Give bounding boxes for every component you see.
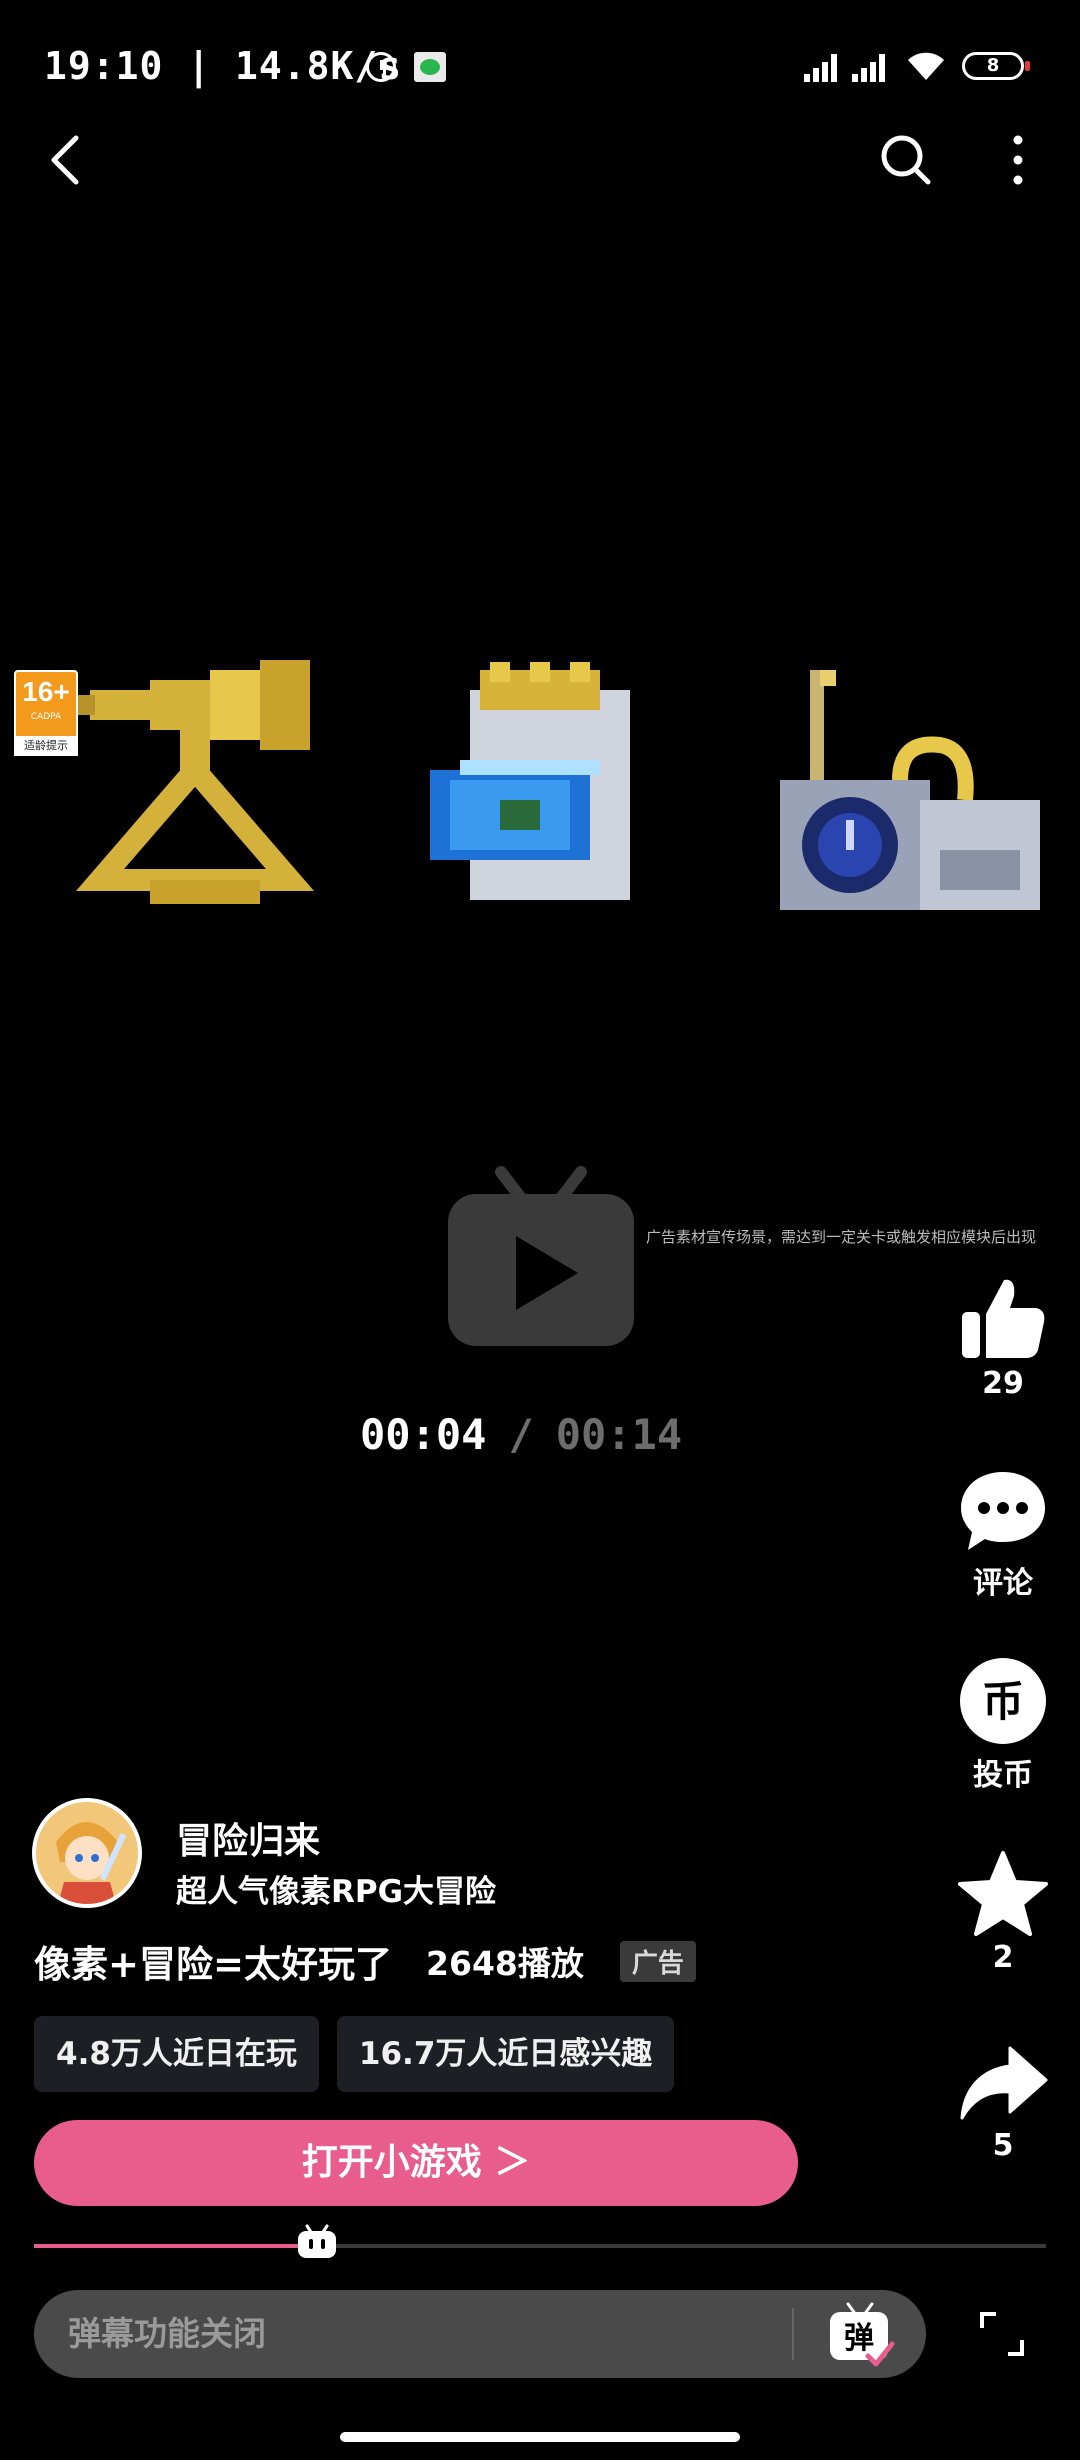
wechat-notification-icon xyxy=(414,52,446,82)
comment-button[interactable]: 评论 xyxy=(950,1468,1056,1602)
progress-fill xyxy=(34,2244,318,2248)
search-icon[interactable] xyxy=(878,132,934,188)
coin-label: 投币 xyxy=(973,1758,1033,1793)
danmaku-divider xyxy=(792,2308,794,2360)
age-rating-tip: 适龄提示 xyxy=(14,736,78,756)
share-icon xyxy=(960,2046,1048,2120)
home-indicator[interactable] xyxy=(340,2432,740,2442)
age-rating-badge: 16+ CADPA 适龄提示 xyxy=(14,670,78,756)
total-time: 00:14 xyxy=(555,1410,683,1459)
author-subtitle: 超人气像素RPG大冒险 xyxy=(176,1874,497,1910)
danmaku-placeholder: 弹幕功能关闭 xyxy=(68,2314,266,2353)
video-title: 像素+冒险=太好玩了 xyxy=(34,1943,393,1986)
current-time: 00:04 xyxy=(360,1410,487,1459)
status-bar: 19:10 | 14.8K/s 8 xyxy=(0,0,1080,140)
coin-button[interactable]: 币 投币 xyxy=(950,1656,1056,1794)
avatar[interactable] xyxy=(32,1798,142,1908)
video-progress-bar[interactable] xyxy=(34,2224,1046,2258)
favorite-button[interactable]: 2 xyxy=(950,1850,1056,1975)
author-name[interactable]: 冒险归来 xyxy=(176,1812,320,1864)
signal-1-icon xyxy=(804,54,840,82)
svg-text:币: 币 xyxy=(982,1677,1024,1726)
ad-badge: 广告 xyxy=(619,1940,696,1982)
pixel-telescope-icon xyxy=(70,660,315,904)
open-mini-game-button[interactable]: 打开小游戏 ＞ xyxy=(34,2120,798,2206)
play-count: 2648播放 xyxy=(426,1944,584,1983)
play-icon[interactable] xyxy=(446,1164,636,1354)
star-icon xyxy=(958,1851,1048,1936)
thumbs-up-icon xyxy=(962,1279,1045,1358)
like-button[interactable]: 29 xyxy=(950,1276,1056,1401)
wifi-icon xyxy=(908,52,944,80)
comment-icon xyxy=(961,1472,1045,1550)
progress-thumb-icon[interactable] xyxy=(295,2224,339,2260)
time-separator: / xyxy=(508,1410,534,1459)
danmaku-input[interactable]: 弹幕功能关闭 弹 xyxy=(34,2290,926,2378)
back-button[interactable] xyxy=(40,128,92,192)
ad-disclaimer: 广告素材宣传场景，需达到一定关卡或触发相应模块后出现 xyxy=(646,1228,1037,1246)
comment-label: 评论 xyxy=(973,1566,1033,1601)
video-title-row: 像素+冒险=太好玩了 2648播放 广告 xyxy=(34,1934,696,1988)
share-count: 5 xyxy=(992,2128,1014,2163)
status-time-and-speed: 19:10 | 14.8K/s xyxy=(44,44,403,88)
coin-icon: 币 xyxy=(960,1658,1046,1744)
age-rating-text: 16+ xyxy=(22,676,70,707)
video-frame[interactable] xyxy=(0,650,1080,950)
playback-time: 00:04 / 00:14 xyxy=(360,1410,682,1459)
stats-chips: 4.8万人近日在玩 16.7万人近日感兴趣 xyxy=(34,2016,675,2092)
playing-now-chip: 4.8万人近日在玩 xyxy=(34,2016,319,2092)
alarm-icon xyxy=(366,52,396,82)
battery-icon: 8 xyxy=(962,52,1030,80)
danmaku-toggle-label: 弹 xyxy=(844,2321,874,2356)
favorite-count: 2 xyxy=(992,1940,1014,1975)
signal-2-icon xyxy=(852,54,888,82)
danmaku-toggle-icon[interactable]: 弹 xyxy=(824,2300,896,2370)
clock-time: 19:10 xyxy=(44,44,164,88)
share-button[interactable]: 5 xyxy=(950,2044,1056,2163)
pixel-blue-item-icon xyxy=(430,662,630,900)
like-count: 29 xyxy=(982,1366,1024,1401)
age-rating-org: CADPA xyxy=(30,712,62,722)
more-options-icon[interactable] xyxy=(1006,132,1030,188)
avatar-character-icon xyxy=(36,1802,138,1904)
pixel-device-icon xyxy=(780,670,1040,910)
interested-chip: 16.7万人近日感兴趣 xyxy=(336,2016,675,2092)
fullscreen-icon[interactable] xyxy=(978,2310,1026,2358)
